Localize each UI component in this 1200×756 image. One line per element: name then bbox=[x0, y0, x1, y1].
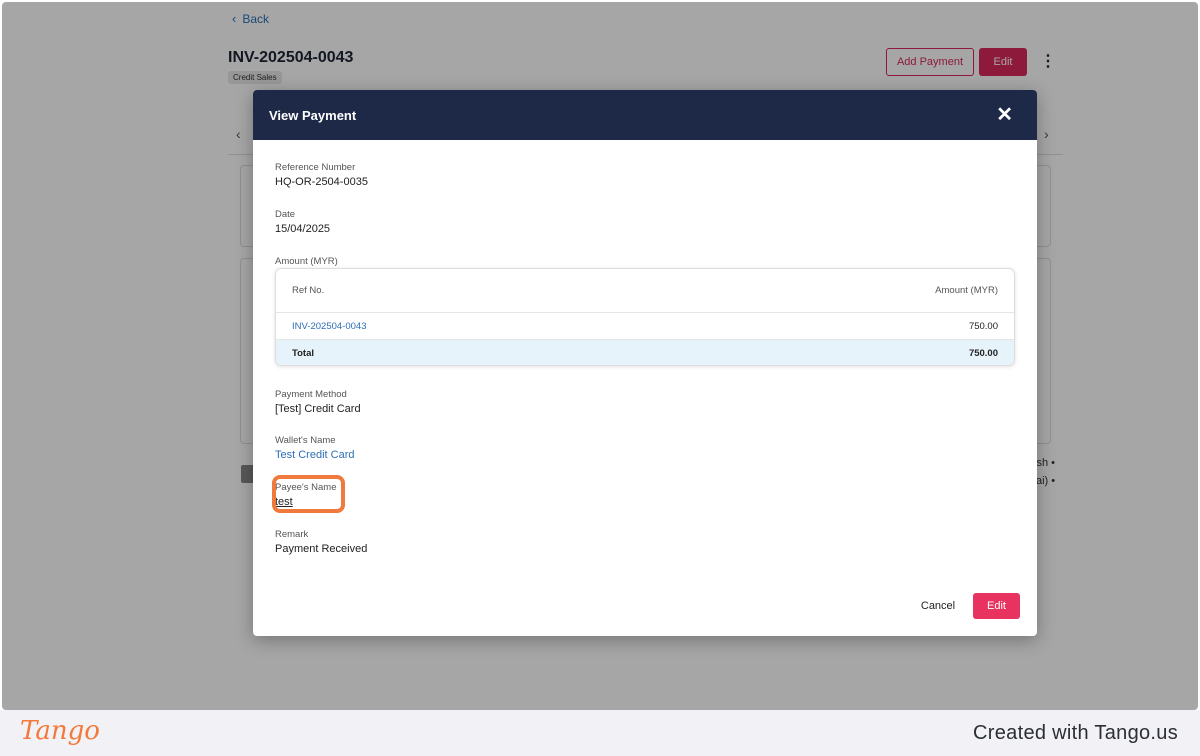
wallet-name-link[interactable]: Test Credit Card bbox=[275, 448, 354, 462]
column-header-ref: Ref No. bbox=[292, 285, 325, 296]
table-row: INV-202504-0043 750.00 bbox=[276, 313, 1014, 340]
amount-label: Amount (MYR) bbox=[275, 256, 338, 267]
reference-number-field: Reference Number HQ-OR-2504-0035 bbox=[275, 162, 368, 189]
wallet-name-field: Wallet's Name Test Credit Card bbox=[275, 435, 354, 462]
footer: Tango Created with Tango.us bbox=[0, 710, 1200, 756]
screenshot-frame: ‹ Back INV-202504-0043 Credit Sales Add … bbox=[2, 2, 1198, 710]
date-label: Date bbox=[275, 209, 296, 220]
cancel-button[interactable]: Cancel bbox=[913, 593, 963, 619]
modal-title: View Payment bbox=[269, 107, 357, 123]
remark-value: Payment Received bbox=[275, 543, 368, 555]
payment-method-value: [Test] Credit Card bbox=[275, 403, 361, 415]
remark-field: Remark Payment Received bbox=[275, 529, 367, 556]
edit-button[interactable]: Edit bbox=[973, 593, 1020, 619]
amount-table: Ref No. Amount (MYR) INV-202504-0043 750… bbox=[275, 268, 1015, 366]
view-payment-modal: View Payment ✕ Reference Number HQ-OR-25… bbox=[253, 90, 1037, 636]
modal-header: View Payment ✕ bbox=[253, 90, 1037, 140]
remark-label: Remark bbox=[275, 529, 309, 540]
date-field: Date 15/04/2025 bbox=[275, 209, 330, 236]
reference-number-value: HQ-OR-2504-0035 bbox=[275, 176, 368, 188]
payment-method-label: Payment Method bbox=[275, 389, 347, 400]
column-header-amount: Amount (MYR) bbox=[935, 285, 998, 296]
created-with-text: Created with Tango.us bbox=[973, 722, 1178, 744]
highlight-box bbox=[272, 475, 345, 513]
total-value: 750.00 bbox=[968, 347, 998, 359]
tango-logo: Tango bbox=[20, 716, 100, 746]
payment-method-field: Payment Method [Test] Credit Card bbox=[275, 389, 361, 416]
table-header: Ref No. Amount (MYR) bbox=[276, 269, 1014, 313]
invoice-ref-link[interactable]: INV-202504-0043 bbox=[292, 321, 366, 332]
table-total-row: Total 750.00 bbox=[276, 340, 1014, 365]
total-label: Total bbox=[292, 347, 314, 359]
date-value: 15/04/2025 bbox=[275, 223, 331, 235]
close-icon[interactable]: ✕ bbox=[996, 105, 1013, 125]
amount-field: Amount (MYR) bbox=[275, 256, 338, 268]
row-amount: 750.00 bbox=[968, 320, 998, 332]
reference-number-label: Reference Number bbox=[275, 162, 356, 173]
wallet-name-label: Wallet's Name bbox=[275, 435, 336, 446]
